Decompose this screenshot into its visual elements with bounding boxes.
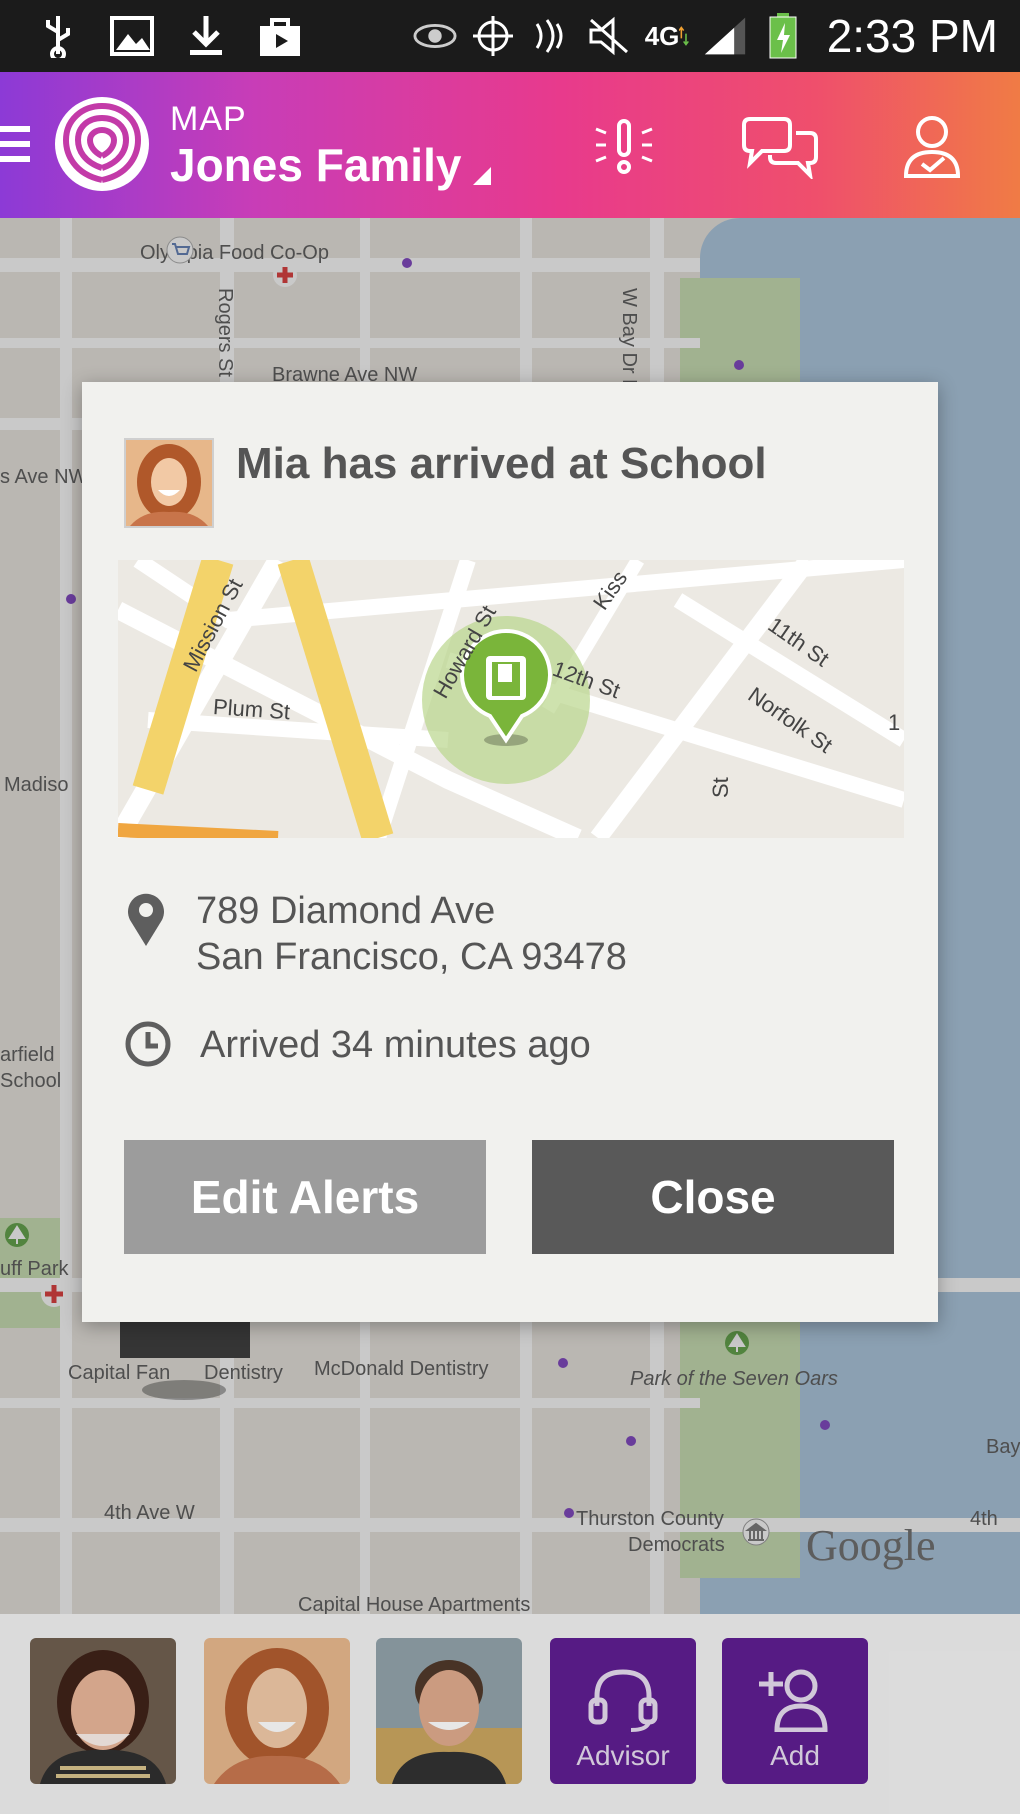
address-row: 789 Diamond Ave San Francisco, CA 93478 xyxy=(124,888,627,980)
battery-icon xyxy=(761,13,805,59)
person-check-icon xyxy=(903,116,961,178)
arrival-notification-dialog: Mia has arrived at School Mission St How… xyxy=(82,382,938,1322)
close-button[interactable]: Close xyxy=(532,1140,894,1254)
member-tray: Advisor Add xyxy=(0,1614,1020,1814)
hamburger-menu-icon[interactable] xyxy=(0,124,30,164)
place-mini-map: Mission St Howard St Kiss 12th St 11th S… xyxy=(118,560,904,838)
edit-alerts-button[interactable]: Edit Alerts xyxy=(124,1140,486,1254)
alert-icon xyxy=(595,119,653,174)
dropdown-caret-icon xyxy=(473,167,492,185)
location-pin-icon xyxy=(128,893,164,946)
eye-icon xyxy=(413,14,457,58)
header-subtitle: MAP xyxy=(170,100,247,138)
clock: 2:33 PM xyxy=(826,10,998,62)
clock-icon xyxy=(125,1021,171,1067)
circle-selector[interactable]: Jones Family xyxy=(170,138,492,192)
signal-icon xyxy=(703,14,747,58)
download-icon xyxy=(184,14,228,58)
arrival-time-row: Arrived 34 minutes ago xyxy=(124,1021,591,1068)
image-icon xyxy=(110,14,154,58)
arrival-time: Arrived 34 minutes ago xyxy=(200,1024,591,1066)
circle-name: Jones Family xyxy=(170,139,462,191)
shopping-bag-icon xyxy=(258,14,302,58)
messages-button[interactable] xyxy=(740,112,820,182)
life360-logo xyxy=(52,94,152,194)
nfc-icon xyxy=(529,14,573,58)
network-4g-icon: 4G xyxy=(645,14,689,58)
usb-icon xyxy=(36,14,80,58)
dialog-title: Mia has arrived at School xyxy=(236,439,767,488)
chat-bubbles-icon xyxy=(742,117,818,179)
check-in-button[interactable] xyxy=(892,112,972,182)
app-header: MAP Jones Family xyxy=(0,72,1020,218)
address-line2: San Francisco, CA 93478 xyxy=(196,936,627,978)
alert-button[interactable] xyxy=(584,112,664,182)
gps-icon xyxy=(471,14,515,58)
mute-icon xyxy=(587,14,631,58)
status-bar: 4G 2:33 PM xyxy=(0,0,1020,72)
address-line1: 789 Diamond Ave xyxy=(196,890,496,932)
avatar xyxy=(124,438,214,528)
